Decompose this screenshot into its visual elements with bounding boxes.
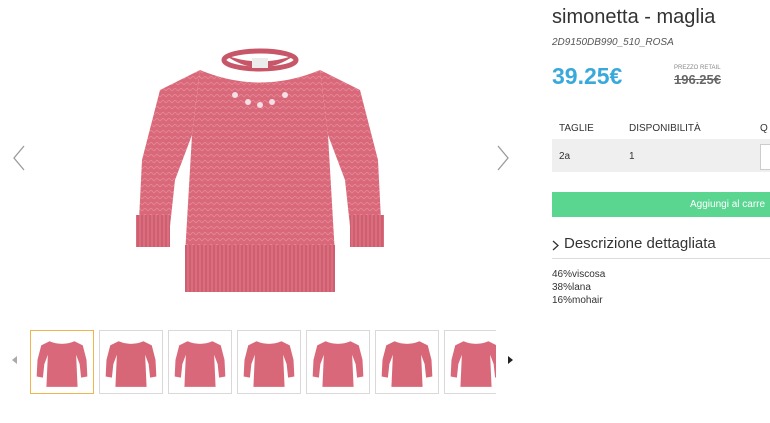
availability-table-header: TAGLIE DISPONIBILITÀ Q (552, 119, 770, 139)
product-info-panel: simonetta - maglia 2D9150DB990_510_ROSA … (552, 0, 770, 423)
thumbnail-image (105, 341, 157, 387)
add-to-cart-button[interactable]: Aggiungi al carre (552, 192, 770, 217)
triangle-right-icon (508, 356, 513, 364)
column-header-availability: DISPONIBILITÀ (629, 123, 701, 134)
chevron-right-icon (552, 240, 559, 251)
thumbnail-2[interactable] (99, 330, 163, 394)
thumbnail-image (450, 341, 496, 387)
chevron-right-icon (497, 145, 509, 171)
table-row: 2a 1 (552, 139, 770, 172)
column-header-sizes: TAGLIE (559, 123, 594, 134)
thumbnail-5[interactable] (306, 330, 370, 394)
thumbnail-4[interactable] (237, 330, 301, 394)
availability-cell: 1 (629, 151, 635, 162)
quantity-input[interactable] (760, 144, 770, 170)
product-price: 39.25€ (552, 63, 623, 89)
thumbs-prev-button[interactable] (10, 354, 20, 366)
thumbnail-image (312, 341, 364, 387)
chevron-left-icon (13, 145, 25, 171)
composition-item: 16%mohair (552, 295, 603, 306)
description-toggle-label: Descrizione dettagliata (564, 235, 716, 252)
thumbnail-3[interactable] (168, 330, 232, 394)
column-header-quantity: Q (760, 123, 768, 134)
thumbnail-1[interactable] (30, 330, 94, 394)
thumbnail-6[interactable] (375, 330, 439, 394)
thumbnail-image (36, 341, 88, 387)
add-to-cart-label: Aggiungi al carre (690, 199, 766, 210)
thumbnail-image (243, 341, 295, 387)
composition-item: 46%viscosa (552, 269, 606, 280)
thumbnail-image (174, 341, 226, 387)
product-sku: 2D9150DB990_510_ROSA (552, 37, 674, 48)
thumbs-next-button[interactable] (505, 354, 515, 366)
product-main-image (136, 48, 384, 292)
thumbnail-strip (30, 330, 496, 396)
gallery-next-button[interactable] (493, 143, 513, 173)
size-cell: 2a (559, 151, 571, 162)
triangle-left-icon (12, 356, 17, 364)
retail-price: 196.25€ (674, 72, 721, 87)
description-toggle[interactable]: Descrizione dettagliata (552, 234, 770, 259)
retail-price-label: PREZZO RETAIL (674, 65, 721, 71)
gallery-prev-button[interactable] (9, 143, 29, 173)
thumbnail-image (381, 341, 433, 387)
composition-list: 46%viscosa 38%lana 16%mohair (552, 268, 605, 307)
product-title: simonetta - maglia (552, 6, 716, 28)
composition-item: 38%lana (552, 282, 591, 293)
thumbnail-7[interactable] (444, 330, 496, 394)
